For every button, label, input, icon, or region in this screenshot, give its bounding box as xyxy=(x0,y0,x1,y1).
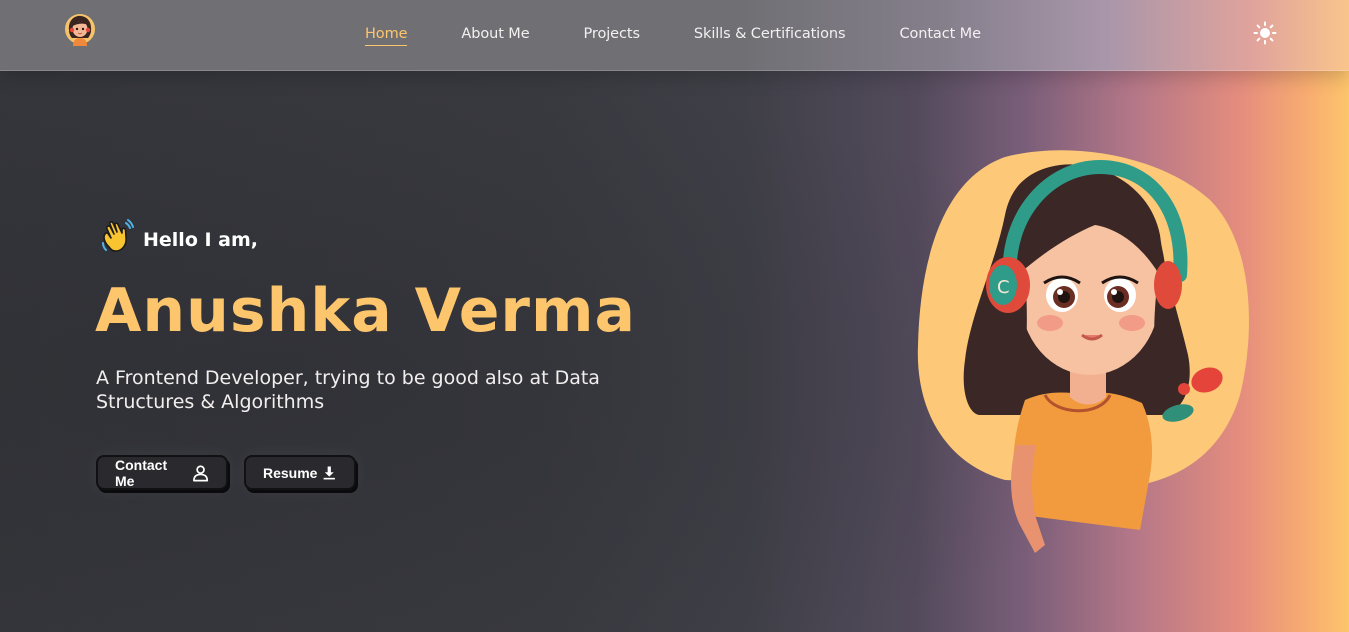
girl-avatar-logo-icon[interactable] xyxy=(64,13,96,47)
resume-label: Resume xyxy=(263,464,318,481)
nav-link-home[interactable]: Home xyxy=(365,24,408,46)
download-icon xyxy=(324,466,336,479)
nav-links: Home About Me Projects Skills & Certific… xyxy=(365,24,1035,46)
hero-greeting: Hello I am, xyxy=(99,217,258,255)
nav-link-about-me[interactable]: About Me xyxy=(461,24,529,46)
hero-tagline: A Frontend Developer, trying to be good … xyxy=(96,367,600,413)
contact-me-button[interactable]: Contact Me xyxy=(96,455,228,490)
nav-link-contact-me[interactable]: Contact Me xyxy=(899,24,981,46)
navbar: Home About Me Projects Skills & Certific… xyxy=(0,0,1349,71)
contact-me-label: Contact Me xyxy=(115,456,168,489)
sun-icon[interactable] xyxy=(1253,21,1277,45)
hero-buttons: Contact Me Resume xyxy=(96,455,372,490)
girl-with-headphones-illustration: C xyxy=(910,145,1255,555)
hero-name: Anushka Verma xyxy=(95,276,637,346)
waving-hand-icon xyxy=(99,217,137,255)
greeting-text: Hello I am, xyxy=(143,228,259,251)
user-icon xyxy=(192,464,208,481)
nav-link-skills-certifications[interactable]: Skills & Certifications xyxy=(694,24,846,46)
nav-link-projects[interactable]: Projects xyxy=(584,24,640,46)
svg-text:C: C xyxy=(997,277,1010,298)
resume-button[interactable]: Resume xyxy=(244,455,356,490)
